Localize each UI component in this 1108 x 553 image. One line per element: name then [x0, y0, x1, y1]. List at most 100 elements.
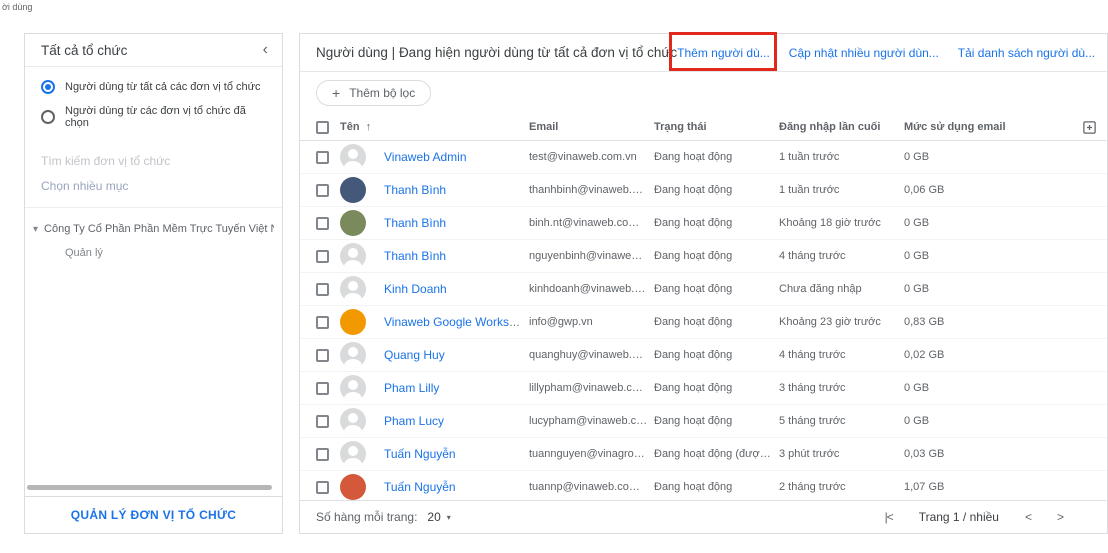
user-email: quanghuy@vinaweb.com...: [529, 349, 654, 361]
column-header-name[interactable]: Tên↑: [340, 121, 529, 133]
table-row[interactable]: Tuấn Nguyễn tuannp@vinaweb.com.vn Đang h…: [300, 471, 1107, 500]
user-last-login: 2 tháng trước: [779, 481, 904, 493]
manage-org-units-button[interactable]: QUẢN LÝ ĐƠN VỊ TỔ CHỨC: [25, 496, 282, 533]
table-row[interactable]: Pham Lilly lillypham@vinaweb.com.vn Đang…: [300, 372, 1107, 405]
row-checkbox[interactable]: [316, 448, 329, 461]
user-name-link[interactable]: Thanh Bình: [384, 216, 446, 230]
multi-select-link[interactable]: Chọn nhiều mục: [25, 170, 282, 208]
user-email: info@gwp.vn: [529, 316, 654, 328]
user-last-login: 1 tuần trước: [779, 184, 904, 196]
radio-selected-org-units[interactable]: Người dùng từ các đơn vị tổ chức đã chọn: [41, 105, 266, 129]
table-row[interactable]: Quang Huy quanghuy@vinaweb.com... Đang h…: [300, 339, 1107, 372]
user-status: Đang hoạt động: [654, 415, 779, 427]
table-row[interactable]: Pham Lucy lucypham@vinaweb.com... Đang h…: [300, 405, 1107, 438]
plus-icon: +: [332, 85, 340, 101]
user-last-login: 5 tháng trước: [779, 415, 904, 427]
row-checkbox[interactable]: [316, 250, 329, 263]
add-filter-button[interactable]: + Thêm bộ lọc: [316, 80, 431, 106]
avatar: [340, 408, 366, 434]
org-tree-root[interactable]: ▾ Công Ty Cổ Phần Phần Mềm Trực Tuyến Vi…: [33, 223, 274, 235]
radio-icon[interactable]: [41, 110, 55, 124]
radio-label: Người dùng từ tất cả các đơn vị tổ chức: [65, 81, 261, 93]
chevron-down-icon[interactable]: ▾: [447, 513, 451, 522]
row-checkbox[interactable]: [316, 382, 329, 395]
table-row[interactable]: Vinaweb Google Workspace P... info@gwp.v…: [300, 306, 1107, 339]
user-name-link[interactable]: Quang Huy: [384, 348, 445, 362]
user-name-link[interactable]: Kinh Doanh: [384, 282, 447, 296]
user-email-usage: 0 GB: [904, 151, 1071, 163]
row-checkbox[interactable]: [316, 481, 329, 494]
user-name-link[interactable]: Tuấn Nguyễn: [384, 447, 456, 461]
user-name-link[interactable]: Vinaweb Admin: [384, 150, 467, 164]
row-checkbox[interactable]: [316, 349, 329, 362]
table-row[interactable]: Thanh Bình binh.nt@vinaweb.com.vn Đang h…: [300, 207, 1107, 240]
user-email: binh.nt@vinaweb.com.vn: [529, 217, 654, 229]
row-checkbox[interactable]: [316, 184, 329, 197]
tree-expand-icon[interactable]: ▾: [33, 224, 38, 235]
download-users-link[interactable]: Tải danh sách người dù...: [958, 46, 1095, 60]
rows-per-page-select[interactable]: 20: [427, 510, 440, 524]
select-all-checkbox[interactable]: [316, 121, 329, 134]
table-footer: Số hàng mỗi trang: 20 ▾ |< Trang 1 / nhi…: [300, 500, 1107, 533]
user-email-usage: 0,03 GB: [904, 448, 1071, 460]
user-last-login: 3 tháng trước: [779, 382, 904, 394]
user-status: Đang hoạt động: [654, 283, 779, 295]
avatar: [340, 375, 366, 401]
user-email-usage: 0 GB: [904, 250, 1071, 262]
user-email-usage: 0 GB: [904, 415, 1071, 427]
radio-icon[interactable]: [41, 80, 55, 94]
column-header-status[interactable]: Trạng thái: [654, 121, 779, 133]
user-name-link[interactable]: Vinaweb Google Workspace P...: [384, 315, 529, 329]
user-name-link[interactable]: Thanh Bình: [384, 183, 446, 197]
org-unit-search-input[interactable]: Tìm kiếm đơn vị tổ chức: [25, 144, 282, 170]
avatar: [340, 276, 366, 302]
radio-all-org-units[interactable]: Người dùng từ tất cả các đơn vị tổ chức: [41, 80, 266, 94]
user-last-login: 1 tuần trước: [779, 151, 904, 163]
user-name-link[interactable]: Pham Lucy: [384, 414, 444, 428]
manage-columns-icon[interactable]: [1071, 120, 1107, 135]
table-row[interactable]: Tuấn Nguyễn tuannguyen@vinagroup.c... Đa…: [300, 438, 1107, 471]
bulk-update-users-link[interactable]: Cập nhật nhiều người dùn...: [789, 46, 939, 60]
user-email: kinhdoanh@vinaweb.com...: [529, 283, 654, 295]
user-email-usage: 0 GB: [904, 283, 1071, 295]
user-name-link[interactable]: Thanh Bình: [384, 249, 446, 263]
radio-label: Người dùng từ các đơn vị tổ chức đã chọn: [65, 105, 266, 129]
user-status: Đang hoạt động: [654, 151, 779, 163]
row-checkbox[interactable]: [316, 217, 329, 230]
sort-ascending-icon: ↑: [366, 121, 372, 133]
user-status: Đang hoạt động: [654, 481, 779, 493]
avatar: [340, 309, 366, 335]
first-page-button[interactable]: |<: [885, 510, 893, 524]
table-row[interactable]: Vinaweb Admin test@vinaweb.com.vn Đang h…: [300, 141, 1107, 174]
previous-page-button[interactable]: <: [1025, 510, 1031, 524]
user-email-usage: 1,07 GB: [904, 481, 1071, 493]
table-row[interactable]: Thanh Bình thanhbinh@vinaweb.com... Đang…: [300, 174, 1107, 207]
user-email: tuannp@vinaweb.com.vn: [529, 481, 654, 493]
user-status: Đang hoạt động: [654, 250, 779, 262]
table-row[interactable]: Thanh Bình nguyenbinh@vinaweb.co... Đang…: [300, 240, 1107, 273]
user-name-link[interactable]: Pham Lilly: [384, 381, 439, 395]
user-email: lillypham@vinaweb.com.vn: [529, 382, 654, 394]
column-header-last-login[interactable]: Đăng nhập lần cuối: [779, 121, 904, 133]
row-checkbox[interactable]: [316, 316, 329, 329]
user-email-usage: 0,02 GB: [904, 349, 1071, 361]
column-header-email[interactable]: Email: [529, 121, 654, 133]
user-name-link[interactable]: Tuấn Nguyễn: [384, 480, 456, 494]
row-checkbox[interactable]: [316, 283, 329, 296]
avatar: [340, 441, 366, 467]
add-user-link[interactable]: Thêm người dù...: [677, 46, 770, 60]
collapse-sidebar-icon[interactable]: ‹: [263, 42, 268, 58]
user-status: Đang hoạt động: [654, 217, 779, 229]
org-tree-child[interactable]: Quản lý: [33, 235, 274, 259]
horizontal-scrollbar[interactable]: [27, 485, 272, 490]
org-tree-root-label: Công Ty Cổ Phần Phần Mềm Trực Tuyến Việt…: [44, 223, 274, 235]
row-checkbox[interactable]: [316, 415, 329, 428]
user-last-login: 4 tháng trước: [779, 250, 904, 262]
column-header-email-usage[interactable]: Mức sử dụng email: [904, 121, 1071, 133]
row-checkbox[interactable]: [316, 151, 329, 164]
table-row[interactable]: Kinh Doanh kinhdoanh@vinaweb.com... Đang…: [300, 273, 1107, 306]
user-status: Đang hoạt động: [654, 349, 779, 361]
user-last-login: Chưa đăng nhập: [779, 283, 904, 295]
user-email: nguyenbinh@vinaweb.co...: [529, 250, 654, 262]
next-page-button[interactable]: >: [1057, 510, 1063, 524]
